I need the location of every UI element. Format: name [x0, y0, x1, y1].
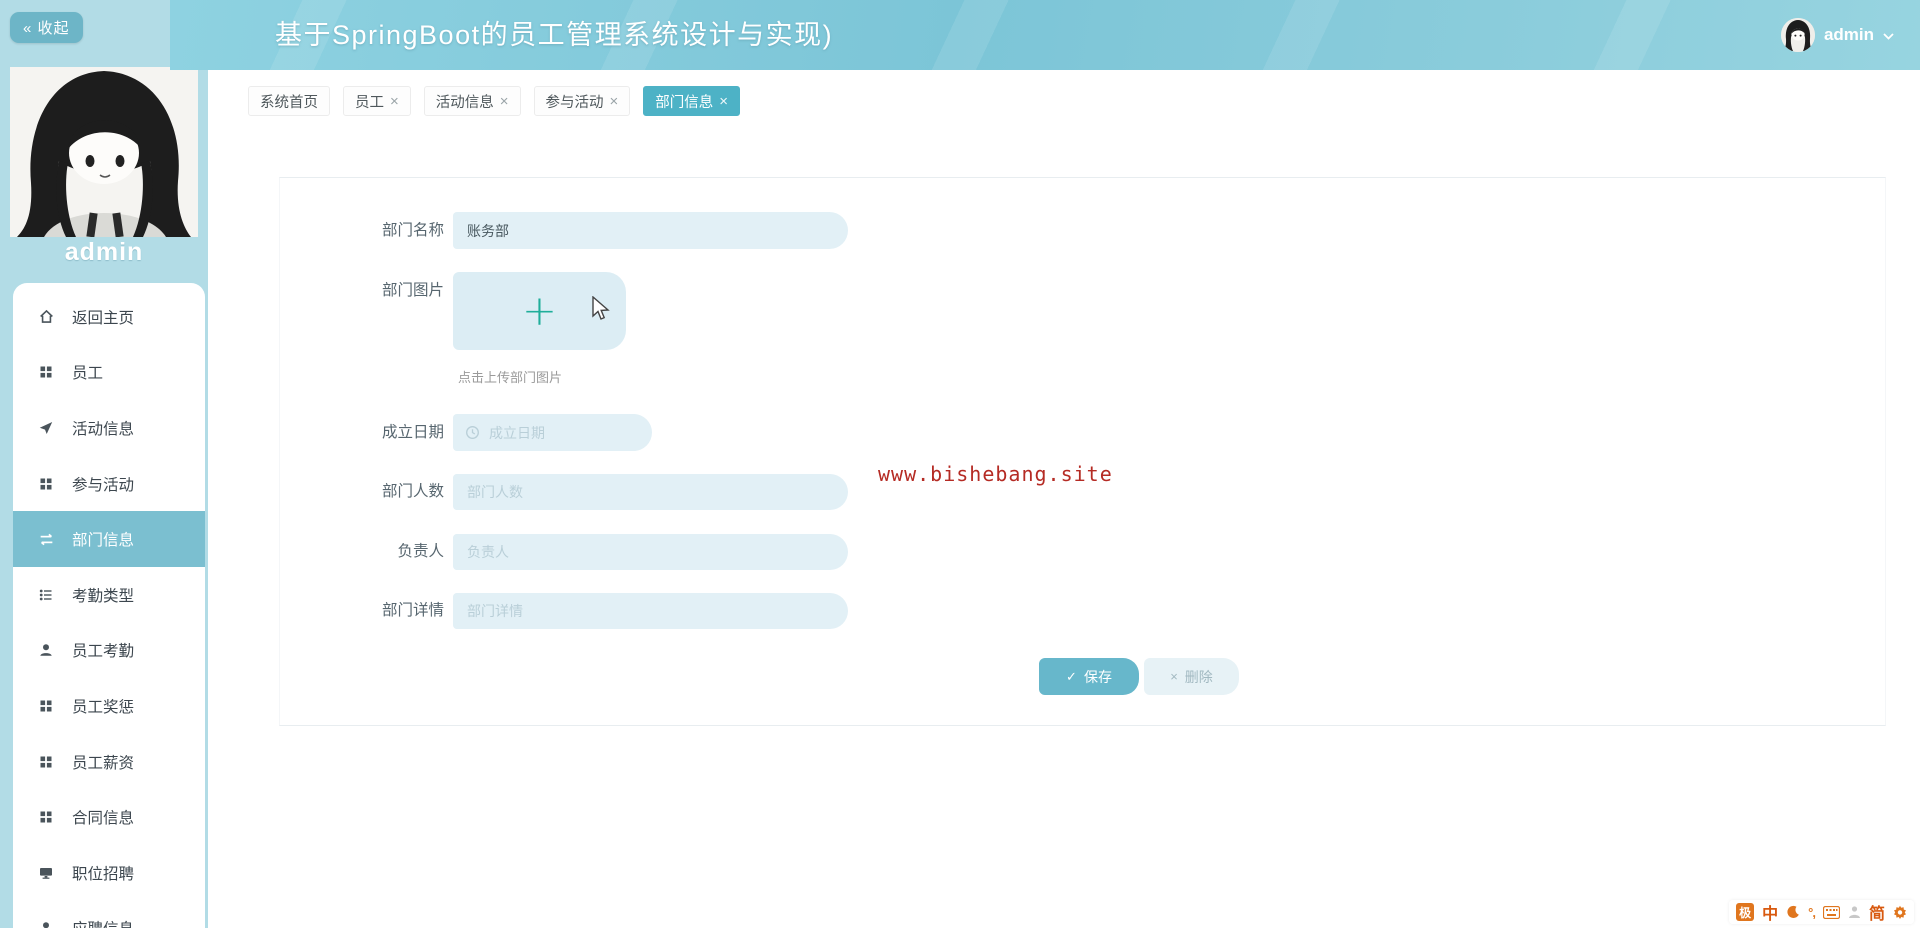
clock-icon [466, 426, 479, 439]
ime-toolbar: 极 中 °, 简 [1729, 900, 1914, 924]
collapse-sidebar-button[interactable]: « 收起 [10, 12, 83, 43]
app-root: « 收起 admin 返回主页 员工 活动信息 参与活动 部门信息 考勤类型 员… [0, 0, 1920, 928]
page-title: 基于SpringBoot的员工管理系统设计与实现) [275, 20, 834, 50]
grid-icon [37, 753, 55, 771]
delete-button[interactable]: × 删除 [1144, 658, 1239, 695]
home-icon [37, 308, 55, 326]
ime-language-toggle[interactable]: 中 [1762, 900, 1778, 924]
department-detail-input[interactable] [453, 593, 848, 629]
sidebar-item-department-info[interactable]: 部门信息 [13, 511, 205, 567]
sidebar-item-label: 考勤类型 [72, 587, 135, 605]
user-menu[interactable]: admin [1780, 0, 1894, 70]
department-name-input[interactable] [453, 212, 848, 249]
sidebar-item-rewards-punishments[interactable]: 员工奖惩 [13, 678, 205, 734]
grid-icon [37, 475, 55, 493]
department-count-input[interactable] [453, 474, 848, 510]
sidebar-item-contract-info[interactable]: 合同信息 [13, 789, 205, 845]
user-avatar-large [10, 67, 198, 237]
sidebar-item-employee-attendance[interactable]: 员工考勤 [13, 623, 205, 679]
sidebar-item-label: 合同信息 [72, 810, 135, 828]
grid-icon [37, 808, 55, 826]
app-header: 基于SpringBoot的员工管理系统设计与实现) admin [170, 0, 1920, 70]
manager-input[interactable] [453, 534, 848, 570]
user-avatar-small [1780, 18, 1815, 52]
header-username: admin [1823, 25, 1874, 44]
tab-label: 参与活动 [545, 94, 604, 111]
plus-icon: + [521, 286, 558, 335]
tab-employee[interactable]: 员工 × [343, 86, 411, 116]
sidebar-item-label: 部门信息 [72, 532, 135, 550]
founding-date-label: 成立日期 [381, 424, 444, 441]
person-icon[interactable] [1848, 905, 1861, 919]
keyboard-icon[interactable] [1822, 905, 1840, 919]
sidebar-username: admin [64, 238, 144, 266]
tab-bar: 系统首页 员工 × 活动信息 × 参与活动 × 部门信息 × [248, 86, 741, 116]
save-button-label: 保存 [1083, 668, 1112, 685]
tab-label: 部门信息 [655, 94, 714, 111]
tab-system-home[interactable]: 系统首页 [248, 86, 330, 116]
sidebar-item-label: 应聘信息 [72, 917, 134, 928]
manager-label: 负责人 [397, 543, 444, 560]
tab-label: 系统首页 [260, 94, 318, 111]
save-button[interactable]: ✓ 保存 [1039, 658, 1139, 695]
sidebar-item-salary[interactable]: 员工薪资 [13, 734, 205, 790]
watermark-text: www.bishebang.site [878, 462, 1113, 486]
sidebar-menu: 返回主页 员工 活动信息 参与活动 部门信息 考勤类型 员工考勤 员工奖惩 员工… [13, 283, 205, 928]
user-icon [37, 641, 55, 659]
close-icon[interactable]: × [719, 94, 728, 109]
department-form-card: 部门名称 部门图片 + 点击上传部门图片 成立日期 部门人数 负责人 部门详情 [279, 177, 1886, 726]
monitor-icon [37, 864, 55, 882]
sidebar-item-label: 职位招聘 [72, 865, 135, 883]
grid-icon [37, 363, 55, 381]
send-icon [37, 419, 55, 437]
gear-icon[interactable] [1893, 905, 1907, 919]
transfer-icon [37, 530, 55, 548]
close-icon[interactable]: × [390, 94, 399, 109]
department-image-label: 部门图片 [381, 282, 444, 299]
sidebar-item-join-activity[interactable]: 参与活动 [13, 456, 205, 512]
user-icon [37, 919, 55, 928]
avatar-illustration [10, 67, 198, 237]
tab-department-info[interactable]: 部门信息 × [643, 86, 741, 116]
sidebar-item-recruitment[interactable]: 职位招聘 [13, 845, 205, 901]
check-icon: ✓ [1066, 668, 1077, 684]
tab-join-activity[interactable]: 参与活动 × [533, 86, 631, 116]
sidebar-item-label: 活动信息 [72, 420, 135, 438]
founding-date-input[interactable] [453, 414, 652, 451]
department-name-label: 部门名称 [381, 222, 444, 239]
ime-logo-icon[interactable]: 极 [1736, 903, 1755, 921]
sidebar-item-employee[interactable]: 员工 [13, 345, 205, 401]
chevron-down-icon [1883, 33, 1894, 40]
mouse-cursor [592, 296, 610, 320]
department-detail-label: 部门详情 [381, 602, 444, 619]
sidebar-item-label: 员工考勤 [72, 643, 135, 661]
sidebar-item-label: 参与活动 [72, 476, 135, 494]
tab-label: 活动信息 [435, 94, 494, 111]
moon-icon[interactable] [1786, 905, 1800, 919]
sidebar-item-label: 员工薪资 [72, 754, 135, 772]
sidebar: « 收起 admin 返回主页 员工 活动信息 参与活动 部门信息 考勤类型 员… [0, 0, 208, 928]
close-icon[interactable]: × [610, 94, 619, 109]
sidebar-item-home[interactable]: 返回主页 [13, 289, 205, 345]
close-icon[interactable]: × [500, 94, 509, 109]
sidebar-item-label: 返回主页 [72, 309, 135, 327]
upload-helper-text: 点击上传部门图片 [458, 370, 563, 385]
ime-simplified-toggle[interactable]: 简 [1869, 900, 1885, 924]
tab-label: 员工 [355, 94, 384, 111]
main-content: 系统首页 员工 × 活动信息 × 参与活动 × 部门信息 × 部门名称 账务部 … [208, 70, 1920, 928]
department-count-label: 部门人数 [381, 483, 444, 500]
grid-icon [37, 697, 55, 715]
sidebar-item-application-info[interactable]: 应聘信息 [13, 901, 205, 928]
ime-punctuation-toggle[interactable]: °, [1808, 905, 1816, 920]
sidebar-item-attendance-type[interactable]: 考勤类型 [13, 567, 205, 623]
x-icon: × [1170, 669, 1178, 684]
tab-activity-info[interactable]: 活动信息 × [423, 86, 521, 116]
sidebar-item-label: 员工 [72, 365, 104, 383]
sidebar-item-activity-info[interactable]: 活动信息 [13, 400, 205, 456]
delete-button-label: 删除 [1184, 668, 1213, 685]
list-icon [37, 586, 55, 604]
sidebar-item-label: 员工奖惩 [72, 698, 135, 716]
